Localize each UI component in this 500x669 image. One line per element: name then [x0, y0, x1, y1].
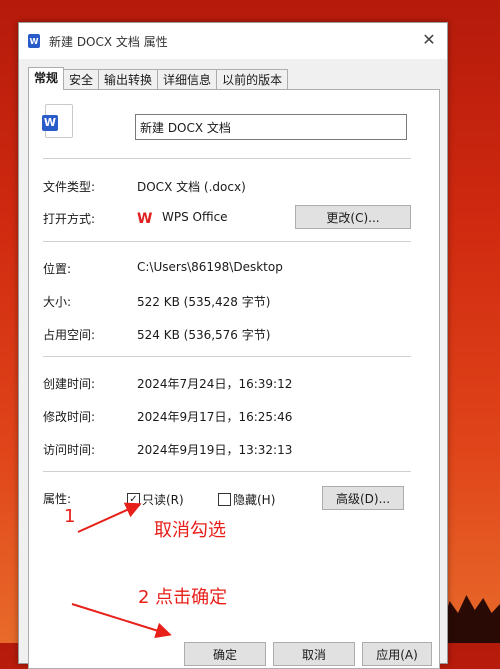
file-type-value: DOCX 文档 (.docx) — [137, 180, 246, 194]
divider — [43, 356, 411, 357]
advanced-button[interactable]: 高级(D)... — [322, 486, 404, 510]
file-name-input[interactable]: 新建 DOCX 文档 — [135, 114, 407, 140]
file-type-icon: W — [42, 104, 73, 138]
ok-button[interactable]: 确定 — [184, 642, 266, 666]
hidden-checkbox[interactable] — [218, 493, 231, 506]
open-with-value: WPS Office — [162, 210, 228, 224]
change-button[interactable]: 更改(C)... — [295, 205, 411, 229]
word-letter-icon: W — [42, 115, 58, 131]
readonly-checkbox[interactable]: ✓ — [127, 493, 140, 506]
modified-label: 修改时间: — [43, 410, 96, 424]
readonly-label[interactable]: 只读(R) — [142, 491, 184, 508]
properties-window: W 新建 DOCX 文档 属性 ✕ 常规 安全 输出转换 详细信息 以前的版本 … — [18, 22, 448, 669]
wps-document-icon: W — [28, 34, 40, 48]
divider — [43, 471, 411, 472]
accessed-label: 访问时间: — [43, 443, 96, 457]
created-value: 2024年7月24日，16:39:12 — [137, 377, 293, 391]
size-value: 522 KB (535,428 字节) — [137, 295, 271, 309]
title-bar: W 新建 DOCX 文档 属性 ✕ — [19, 23, 447, 59]
general-panel: W 新建 DOCX 文档 文件类型: DOCX 文档 (.docx) 打开方式:… — [28, 89, 440, 669]
disk-size-value: 524 KB (536,576 字节) — [137, 328, 271, 342]
annotation-step-1-number: 1 — [64, 506, 76, 527]
disk-size-label: 占用空间: — [43, 328, 96, 342]
annotation-step-2-text: 2 点击确定 — [138, 587, 228, 608]
tab-details[interactable]: 详细信息 — [157, 69, 218, 90]
tab-previous-versions[interactable]: 以前的版本 — [216, 69, 289, 90]
accessed-value: 2024年9月19日，13:32:13 — [137, 443, 293, 457]
created-label: 创建时间: — [43, 377, 96, 391]
attributes-label: 属性: — [43, 492, 72, 506]
divider — [43, 241, 411, 242]
wps-office-icon: W — [137, 211, 153, 227]
file-type-label: 文件类型: — [43, 180, 96, 194]
divider — [43, 158, 411, 159]
apply-button[interactable]: 应用(A) — [362, 642, 432, 666]
tab-security[interactable]: 安全 — [63, 69, 100, 90]
location-value: C:\Users\86198\Desktop — [137, 260, 283, 274]
close-icon[interactable]: ✕ — [419, 30, 439, 50]
open-with-label: 打开方式: — [43, 212, 96, 226]
tab-strip: 常规 安全 输出转换 详细信息 以前的版本 — [28, 67, 289, 90]
location-label: 位置: — [43, 262, 72, 276]
annotation-step-1-text: 取消勾选 — [154, 520, 226, 541]
hidden-label[interactable]: 隐藏(H) — [233, 491, 275, 508]
modified-value: 2024年9月17日，16:25:46 — [137, 410, 293, 424]
cancel-button[interactable]: 取消 — [273, 642, 355, 666]
tab-output-conversion[interactable]: 输出转换 — [98, 69, 159, 90]
window-title: 新建 DOCX 文档 属性 — [49, 35, 168, 49]
size-label: 大小: — [43, 295, 72, 309]
tab-general[interactable]: 常规 — [28, 67, 65, 90]
